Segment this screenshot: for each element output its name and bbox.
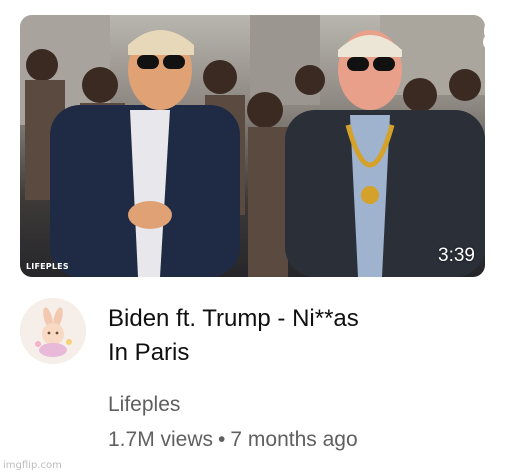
upload-age: 7 months ago [230,428,358,451]
site-watermark: imgflip.com [3,460,62,471]
video-title[interactable]: Biden ft. Trump - Ni**as In Paris [108,302,508,370]
view-count: 1.7M views [108,428,214,451]
channel-name[interactable]: Lifeples [108,393,180,417]
bunny-mascot-icon [20,298,86,364]
thumbnail-watermark: LIFEPLES [26,262,69,271]
video-thumbnail[interactable]: LIFEPLES 3:39 [20,15,485,277]
video-metadata: 1.7M views • 7 months ago [108,428,358,452]
video-duration: 3:39 [438,245,475,266]
video-title-line-1: Biden ft. Trump - Ni**as [108,305,359,332]
meta-separator: • [218,428,226,451]
channel-avatar[interactable] [20,298,86,364]
thumbnail-image [20,15,485,277]
video-title-line-2: In Paris [108,339,190,366]
